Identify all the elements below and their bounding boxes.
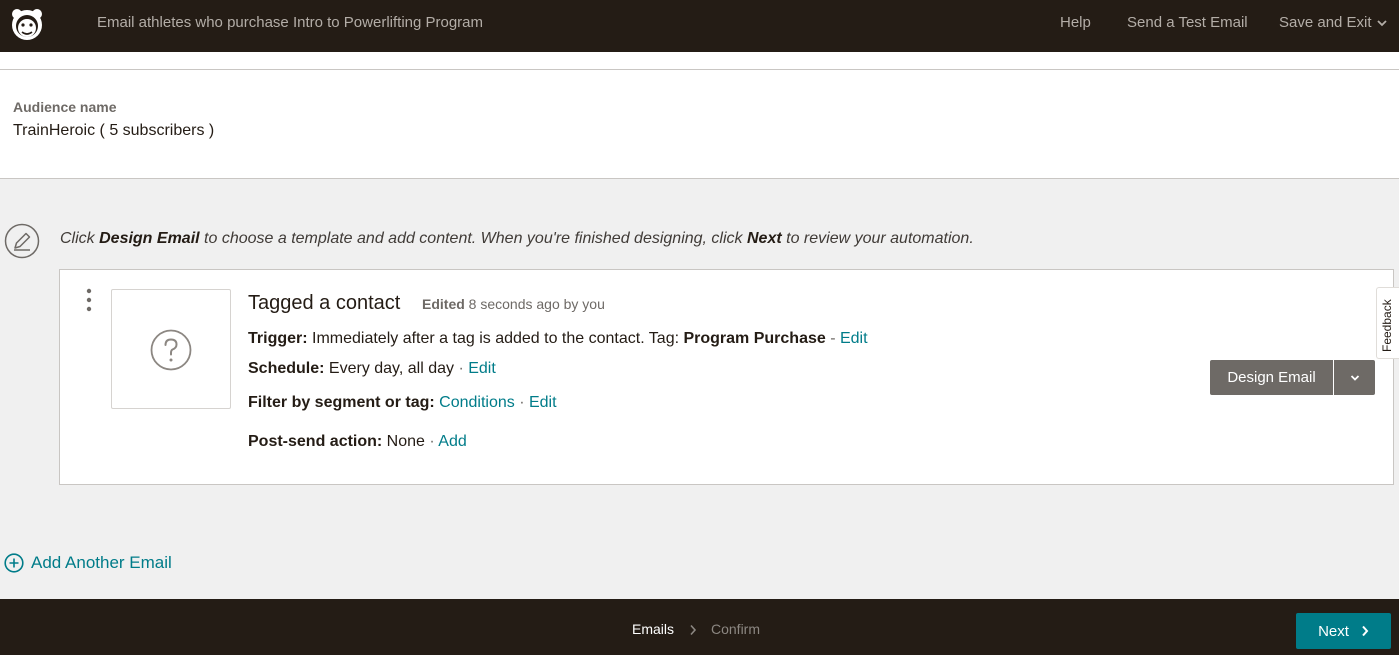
edit-schedule-link[interactable]: Edit: [468, 360, 496, 377]
step-emails[interactable]: Emails: [632, 621, 674, 637]
audience-panel: Audience name TrainHeroic ( 5 subscriber…: [0, 69, 1399, 179]
audience-value: TrainHeroic ( 5 subscribers ): [13, 122, 215, 139]
kebab-menu-icon[interactable]: [85, 287, 93, 313]
mailchimp-logo-icon[interactable]: [8, 4, 46, 44]
help-link[interactable]: Help: [1060, 14, 1091, 31]
plus-circle-icon: [4, 553, 24, 573]
add-post-send-link[interactable]: Add: [438, 433, 466, 450]
send-test-email-link[interactable]: Send a Test Email: [1127, 14, 1248, 31]
email-title: Tagged a contact: [248, 292, 401, 314]
trigger-row: Trigger: Immediately after a tag is adde…: [248, 330, 868, 347]
step-confirm[interactable]: Confirm: [711, 621, 760, 637]
chevron-right-icon: [1362, 625, 1369, 637]
email-card: Tagged a contact Edited 8 seconds ago by…: [59, 269, 1394, 485]
save-and-exit-menu[interactable]: Save and Exit: [1279, 14, 1372, 31]
chevron-right-icon: [690, 624, 697, 636]
campaign-title: Email athletes who purchase Intro to Pow…: [97, 14, 484, 31]
conditions-link[interactable]: Conditions: [439, 394, 515, 411]
email-thumbnail[interactable]: [111, 289, 231, 409]
schedule-row: Schedule: Every day, all day · Edit: [248, 360, 496, 377]
filter-row: Filter by segment or tag: Conditions · E…: [248, 394, 557, 411]
chevron-down-icon[interactable]: [1377, 18, 1387, 28]
post-send-row: Post-send action: None · Add: [248, 433, 467, 450]
feedback-tab[interactable]: Feedback: [1376, 287, 1399, 359]
add-another-email-button[interactable]: Add Another Email: [4, 553, 172, 573]
design-instruction: Click Design Email to choose a template …: [60, 230, 974, 247]
header-spacer: [0, 52, 1399, 69]
edited-status: Edited 8 seconds ago by you: [422, 296, 605, 312]
add-another-email-label: Add Another Email: [31, 553, 172, 572]
bottom-bar: Emails Confirm Next: [0, 599, 1399, 655]
top-bar: Email athletes who purchase Intro to Pow…: [0, 0, 1399, 52]
design-email-button[interactable]: Design Email: [1210, 360, 1333, 395]
edit-trigger-link[interactable]: Edit: [840, 330, 868, 347]
edit-filter-link[interactable]: Edit: [529, 394, 557, 411]
question-mark-icon: [150, 329, 192, 371]
chevron-down-icon: [1350, 374, 1359, 381]
audience-label: Audience name: [13, 99, 117, 115]
design-email-dropdown[interactable]: [1334, 360, 1375, 395]
pencil-icon: [4, 223, 40, 259]
next-button[interactable]: Next: [1296, 613, 1391, 649]
